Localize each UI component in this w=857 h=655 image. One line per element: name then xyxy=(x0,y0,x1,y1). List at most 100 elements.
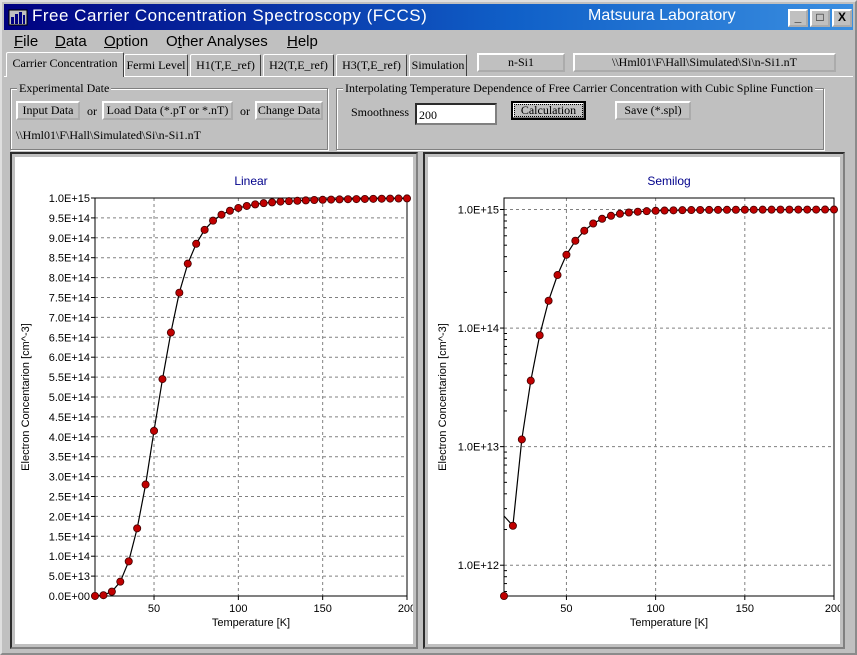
plot-frame xyxy=(503,197,835,597)
y-tick-label: 9.5E+14 xyxy=(49,213,90,225)
menu-file[interactable]: File xyxy=(14,33,38,50)
data-point xyxy=(284,197,293,206)
menu-data[interactable]: Data xyxy=(55,33,87,50)
data-point xyxy=(369,194,378,203)
y-tick-label: 5.5E+14 xyxy=(49,372,90,384)
x-tick-label: 200 xyxy=(398,603,413,615)
chart-title: Linear xyxy=(234,174,267,188)
window-title: Free Carrier Concentration Spectroscopy … xyxy=(32,6,428,25)
maximize-button[interactable]: □ xyxy=(810,9,830,27)
y-tick-label: 8.5E+14 xyxy=(49,253,90,265)
data-point xyxy=(343,195,352,204)
data-point xyxy=(633,207,642,216)
data-point xyxy=(669,206,678,215)
save-spl-button[interactable]: Save (*.spl) xyxy=(615,101,691,120)
data-path-field[interactable]: \\Hml01\F\Hall\Simulated\Si\n-Si1.nT xyxy=(573,53,836,72)
data-point xyxy=(192,239,201,248)
smoothness-label: Smoothness xyxy=(351,105,410,119)
y-tick-label: 1.0E+14 xyxy=(458,323,499,335)
data-point xyxy=(99,591,108,600)
tab-carrier-concentration[interactable]: Carrier Concentration xyxy=(6,52,124,77)
calculation-button[interactable]: Calculation xyxy=(511,101,586,120)
y-axis-label: Electron Concentarion [cm^-3] xyxy=(20,323,32,471)
y-tick-label: 7.0E+14 xyxy=(49,312,90,324)
data-point xyxy=(318,195,327,204)
y-tick-label: 9.0E+14 xyxy=(49,233,90,245)
title-bar[interactable]: Free Carrier Concentration Spectroscopy … xyxy=(4,4,853,30)
data-point xyxy=(377,194,386,203)
data-point xyxy=(705,205,714,214)
data-point xyxy=(360,194,369,203)
menu-other-analyses[interactable]: Other Analyses xyxy=(166,33,268,50)
data-point xyxy=(293,196,302,205)
data-point xyxy=(310,195,319,204)
data-point xyxy=(535,331,544,340)
sample-name-field[interactable]: n-Si1 xyxy=(477,53,565,72)
data-point xyxy=(785,205,794,214)
close-button[interactable]: X xyxy=(832,9,852,27)
y-tick-label: 7.5E+14 xyxy=(49,293,90,305)
input-data-button[interactable]: Input Data xyxy=(16,101,80,120)
data-point xyxy=(107,587,116,596)
data-point xyxy=(200,225,209,234)
y-tick-label: 5.0E+14 xyxy=(49,392,90,404)
data-point xyxy=(209,216,218,225)
data-point xyxy=(722,205,731,214)
semilog-plot-area: 50 100 150 200 1.0E+12 1.0E+13 1.0E+14 1.0E+15 S… xyxy=(428,157,840,644)
data-point xyxy=(301,196,310,205)
data-point xyxy=(327,195,336,204)
y-tick-label: 1.5E+14 xyxy=(49,531,90,543)
linear-chart: 50 100 150 200 0.0E+00 5.0E+13 1.0E+14 1.5E+14 2… xyxy=(20,174,413,629)
x-tick-label: 50 xyxy=(560,603,572,615)
data-point xyxy=(394,194,403,203)
tab-simulation[interactable]: Simulation xyxy=(409,54,467,76)
or-label-1: or xyxy=(87,104,97,118)
data-point xyxy=(544,296,553,305)
data-point xyxy=(758,205,767,214)
data-point xyxy=(624,208,633,217)
data-point xyxy=(580,226,589,235)
change-data-button[interactable]: Change Data xyxy=(255,101,323,120)
smoothness-input[interactable]: 200 xyxy=(415,103,497,125)
data-point xyxy=(175,288,184,297)
data-point xyxy=(687,206,696,215)
load-data-button[interactable]: Load Data (*.pT or *.nT) xyxy=(102,101,233,120)
data-point xyxy=(767,205,776,214)
data-point xyxy=(217,210,226,219)
spline-curve xyxy=(503,208,835,528)
menu-option[interactable]: Option xyxy=(104,33,148,50)
y-tick-label: 5.0E+13 xyxy=(49,571,90,583)
interpolation-group-title: Interpolating Temperature Dependence of … xyxy=(343,81,816,96)
data-point xyxy=(500,591,509,600)
data-point xyxy=(386,194,395,203)
tab-h3[interactable]: H3(T,E_ref) xyxy=(336,54,407,76)
y-tick-label: 6.0E+14 xyxy=(49,352,90,364)
data-point xyxy=(696,205,705,214)
tab-h2[interactable]: H2(T,E_ref) xyxy=(263,54,334,76)
data-point xyxy=(508,521,517,530)
menu-help[interactable]: Help xyxy=(287,33,318,50)
data-point xyxy=(517,435,526,444)
data-point xyxy=(242,201,251,210)
y-tick-label: 1.0E+14 xyxy=(49,551,90,563)
y-axis-label: Electron Concentarion [cm^-3] xyxy=(437,323,449,471)
tab-h1[interactable]: H1(T,E_ref) xyxy=(190,54,261,76)
y-tick-label: 1.0E+15 xyxy=(49,193,90,205)
data-point xyxy=(526,376,535,385)
y-tick-label: 8.0E+14 xyxy=(49,273,90,285)
x-tick-label: 200 xyxy=(825,603,840,615)
y-tick-label: 3.5E+14 xyxy=(49,452,90,464)
tab-fermi-level[interactable]: Fermi Level xyxy=(124,54,188,76)
data-point xyxy=(234,203,243,212)
minimize-button[interactable]: _ xyxy=(788,9,808,27)
x-axis-label: Temperature [K] xyxy=(630,617,708,629)
data-point xyxy=(731,205,740,214)
menu-bar: File Data Option Other Analyses Help xyxy=(4,31,853,52)
data-point xyxy=(183,259,192,268)
data-point xyxy=(794,205,803,214)
data-point xyxy=(352,195,361,204)
data-point xyxy=(166,328,175,337)
data-point xyxy=(141,480,150,489)
y-tick-label: 2.5E+14 xyxy=(49,492,90,504)
data-point xyxy=(553,271,562,280)
